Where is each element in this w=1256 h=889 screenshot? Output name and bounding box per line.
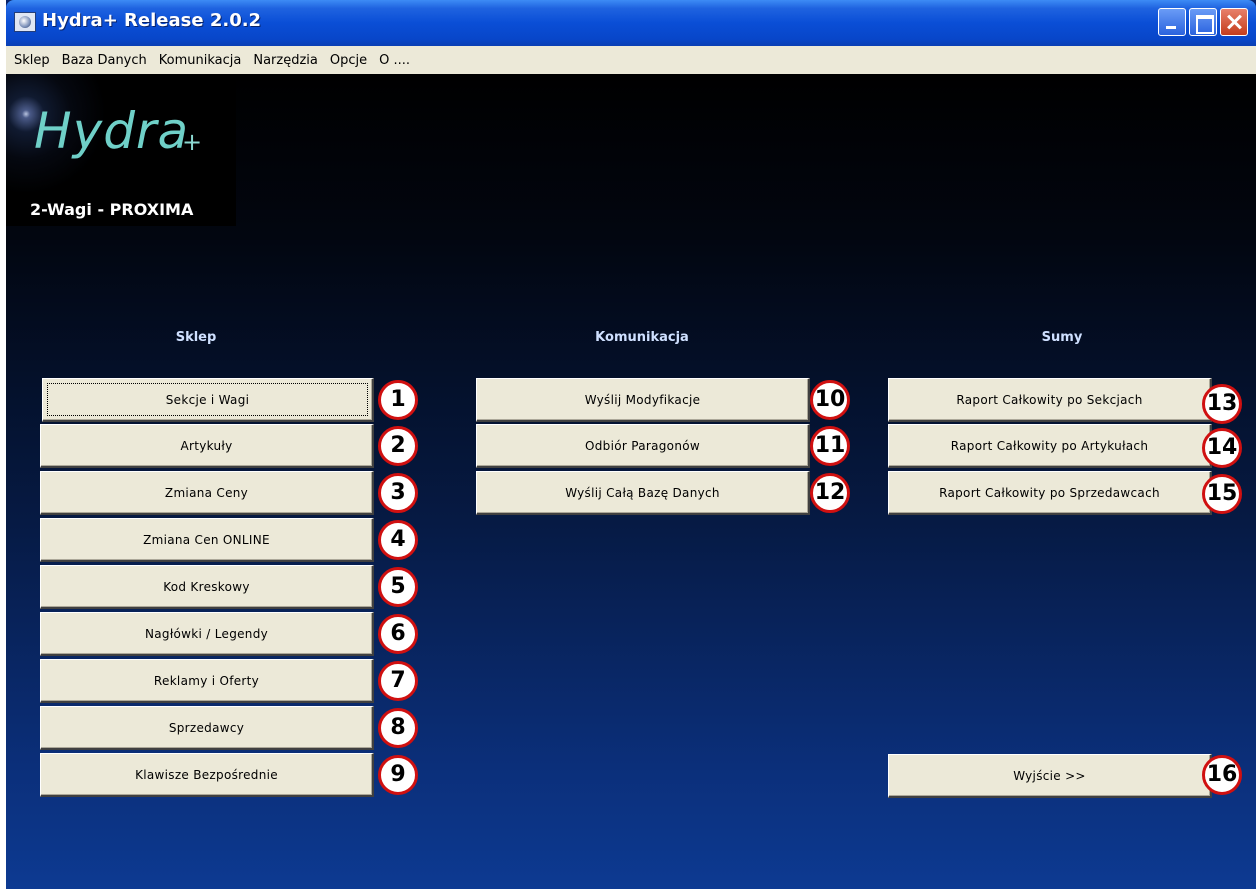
naglowki-legendy-button[interactable]: Nagłówki / Legendy (40, 612, 374, 656)
app-icon[interactable] (14, 12, 36, 32)
menu-komunikacja[interactable]: Komunikacja (159, 53, 242, 68)
button-label: Sprzedawcy (168, 720, 245, 735)
reklamy-i-oferty-button[interactable]: Reklamy i Oferty (40, 659, 374, 703)
menu-opcje[interactable]: Opcje (330, 53, 367, 68)
badge-14: 14 (1202, 428, 1242, 468)
klawisze-bezposrednie-button[interactable]: Klawisze Bezpośrednie (40, 753, 374, 797)
button-label: Reklamy i Oferty (153, 673, 260, 688)
kod-kreskowy-button[interactable]: Kod Kreskowy (40, 565, 374, 609)
badge-8: 8 (378, 708, 418, 748)
sekcje-i-wagi-button[interactable]: Sekcje i Wagi (42, 378, 374, 422)
logo-plus: + (182, 128, 203, 156)
button-label: Wyjście >> (1013, 768, 1086, 783)
menu-narzedzia[interactable]: Narzędzia (253, 53, 318, 68)
badge-1: 1 (378, 380, 418, 420)
badge-15: 15 (1202, 474, 1242, 514)
badge-4: 4 (378, 520, 418, 560)
button-label: Zmiana Cen ONLINE (143, 532, 270, 547)
badge-16: 16 (1202, 755, 1242, 795)
main-panel: Hydra + 2-Wagi - PROXIMA Sklep Komunikac… (6, 74, 1256, 889)
button-label: Raport Całkowity po Sprzedawcach (939, 485, 1160, 500)
badge-12: 12 (810, 473, 850, 513)
menu-bar: Sklep Baza Danych Komunikacja Narzędzia … (6, 46, 1256, 74)
badge-11: 11 (810, 426, 850, 466)
minimize-button[interactable] (1158, 8, 1186, 36)
badge-9: 9 (378, 755, 418, 795)
badge-2: 2 (378, 426, 418, 466)
button-label: Zmiana Ceny (164, 485, 249, 500)
button-label: Kod Kreskowy (163, 579, 250, 594)
wyslij-cala-baze-danych-button[interactable]: Wyślij Całą Bazę Danych (476, 471, 810, 515)
badge-7: 7 (378, 661, 418, 701)
badge-3: 3 (378, 473, 418, 513)
button-label: Raport Całkowity po Sekcjach (956, 392, 1143, 407)
badge-10: 10 (810, 380, 850, 420)
odbior-paragonow-button[interactable]: Odbiór Paragonów (476, 424, 810, 468)
exit-button[interactable]: Wyjście >> (888, 754, 1212, 798)
column-header-sumy: Sumy (1041, 330, 1083, 345)
focus-rectangle (47, 383, 368, 416)
app-logo: Hydra + 2-Wagi - PROXIMA (6, 74, 236, 226)
maximize-button[interactable] (1189, 8, 1217, 36)
raport-sprzedawcy-button[interactable]: Raport Całkowity po Sprzedawcach (888, 471, 1212, 515)
artykuly-button[interactable]: Artykuły (40, 424, 374, 468)
button-label: Artykuły (180, 438, 233, 453)
button-label: Odbiór Paragonów (585, 438, 700, 453)
zmiana-cen-online-button[interactable]: Zmiana Cen ONLINE (40, 518, 374, 562)
title-bar[interactable]: Hydra+ Release 2.0.2 (6, 0, 1256, 46)
button-label: Wyślij Całą Bazę Danych (565, 485, 720, 500)
button-label: Raport Całkowity po Artykułach (950, 438, 1149, 453)
button-label: Wyślij Modyfikacje (584, 392, 701, 407)
column-header-sklep: Sklep (175, 330, 217, 345)
button-label: Klawisze Bezpośrednie (135, 767, 278, 782)
menu-baza-danych[interactable]: Baza Danych (62, 53, 147, 68)
zmiana-ceny-button[interactable]: Zmiana Ceny (40, 471, 374, 515)
app-window: Hydra+ Release 2.0.2 Sklep Baza Danych K… (6, 0, 1256, 889)
button-label: Nagłówki / Legendy (144, 626, 269, 641)
raport-artykuly-button[interactable]: Raport Całkowity po Artykułach (888, 424, 1212, 468)
raport-sekcje-button[interactable]: Raport Całkowity po Sekcjach (888, 378, 1212, 422)
column-header-komunikacja: Komunikacja (595, 330, 689, 345)
wyslij-modyfikacje-button[interactable]: Wyślij Modyfikacje (476, 378, 810, 422)
sprzedawcy-button[interactable]: Sprzedawcy (40, 706, 374, 750)
menu-about[interactable]: O .... (379, 53, 410, 68)
close-button[interactable] (1220, 8, 1248, 36)
logo-text: Hydra (34, 102, 190, 160)
badge-5: 5 (378, 567, 418, 607)
logo-subtitle: 2-Wagi - PROXIMA (30, 200, 194, 219)
window-title: Hydra+ Release 2.0.2 (42, 10, 262, 31)
badge-6: 6 (378, 614, 418, 654)
badge-13: 13 (1202, 384, 1242, 424)
menu-sklep[interactable]: Sklep (14, 53, 50, 68)
